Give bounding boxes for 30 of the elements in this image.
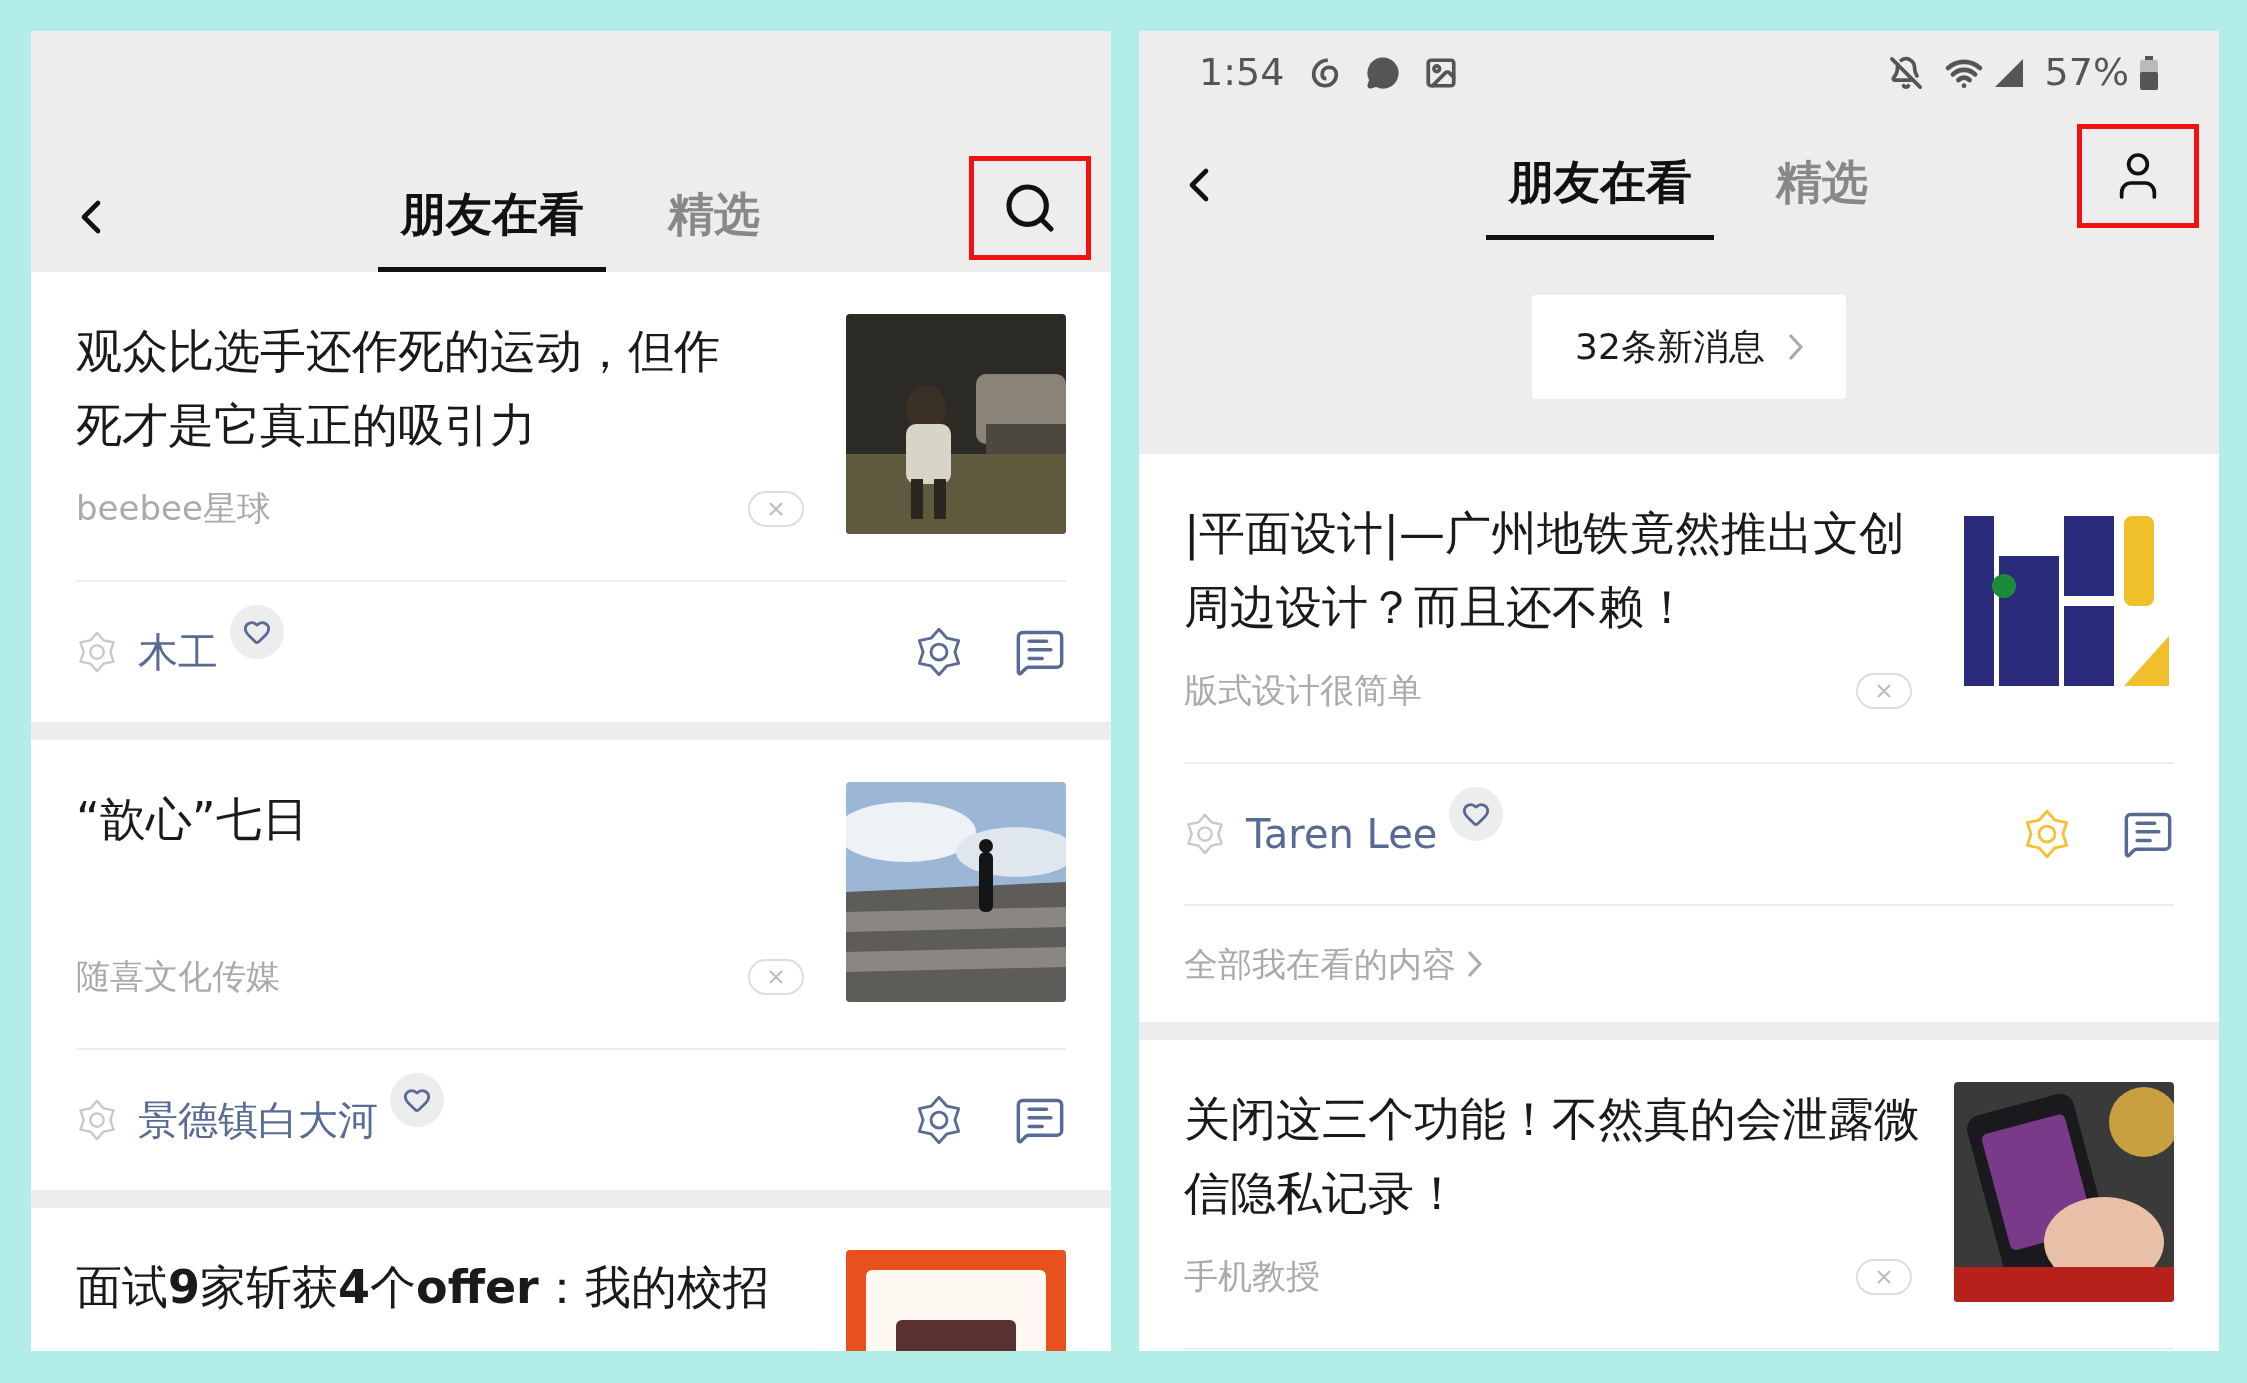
article-title[interactable]: 观众比选手还作死的运动，但作死才是它真正的吸引力	[76, 314, 756, 462]
source-name: 手机教授	[1184, 1255, 1320, 1298]
friend-name[interactable]: 木工	[138, 622, 218, 682]
article-title[interactable]: “歆心”七日	[76, 782, 756, 856]
friend-name[interactable]: Taren Lee	[1246, 804, 1438, 864]
close-icon	[768, 968, 784, 985]
source-name: beebee星球	[76, 487, 271, 530]
tab[interactable]: 朋友在看	[1486, 130, 1714, 240]
source-name: 随喜文化传媒	[76, 955, 280, 998]
battery-level: 57%	[2044, 49, 2129, 96]
article-title[interactable]: |平面设计|—广州地铁竟然推出文创周边设计？而且还不赖！	[1184, 496, 1924, 644]
heart-icon	[403, 1086, 431, 1114]
status-time: 1:54	[1199, 49, 1285, 96]
close-icon	[768, 500, 784, 517]
close-icon	[1876, 1268, 1892, 1285]
image-icon	[1424, 55, 1459, 90]
chat-bubble-icon	[1366, 55, 1401, 90]
bell-off-icon	[1888, 55, 1923, 90]
source-name: 版式设计很简单	[1184, 669, 1422, 712]
battery-icon	[2139, 55, 2159, 90]
search-button[interactable]	[969, 156, 1091, 260]
close-icon	[1876, 682, 1892, 699]
chevron-right-icon	[1788, 334, 1803, 360]
new-messages-button[interactable]: 32条新消息	[1532, 295, 1846, 399]
profile-button[interactable]	[2077, 124, 2199, 228]
heart-icon	[243, 618, 271, 646]
friend-name[interactable]: 景德镇白大河	[138, 1090, 378, 1150]
chevron-right-icon	[1468, 951, 1482, 977]
article-title[interactable]: 关闭这三个功能！不然真的会泄露微信隐私记录！	[1184, 1082, 1924, 1230]
heart-icon	[1462, 800, 1491, 828]
